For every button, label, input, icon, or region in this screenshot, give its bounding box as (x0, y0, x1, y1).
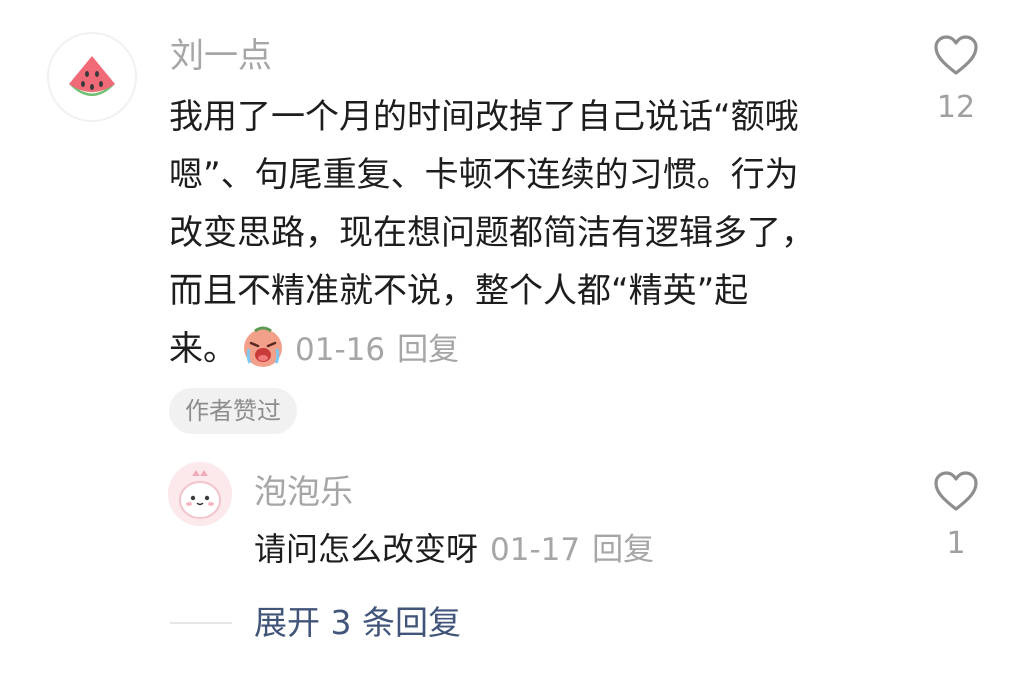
like-button[interactable]: 12 (926, 34, 986, 126)
comment-line: 来。 (169, 329, 237, 369)
divider (170, 622, 232, 624)
reply-meta: 01-17 回复 (490, 532, 654, 568)
like-button[interactable]: 1 (926, 470, 986, 562)
like-count: 1 (946, 526, 966, 561)
avatar[interactable] (168, 462, 232, 526)
reply-username[interactable]: 泡泡乐 (254, 470, 353, 514)
heart-icon (934, 471, 978, 511)
comment-line: 嗯”、句尾重复、卡顿不连续的习惯。行为 (169, 155, 799, 195)
watermelon-icon (69, 56, 115, 96)
comment-line: 我用了一个月的时间改掉了自己说话“额哦 (169, 97, 799, 137)
reply-date: 01-17 (490, 532, 581, 568)
like-count: 12 (936, 90, 976, 125)
avatar[interactable] (47, 32, 137, 122)
comment-thread: 刘一点 我用了一个月的时间改掉了自己说话“额哦 嗯”、句尾重复、卡顿不连续的习惯… (0, 0, 1024, 676)
reply-body: 请问怎么改变呀 01-17 回复 (254, 524, 654, 575)
comment-last-line: 来。 01-16 回复 (169, 320, 879, 379)
comment-date: 01-16 (295, 332, 386, 368)
author-liked-badge: 作者赞过 (169, 388, 297, 434)
comment-body: 我用了一个月的时间改掉了自己说话“额哦 嗯”、句尾重复、卡顿不连续的习惯。行为 … (169, 88, 879, 379)
comment-line: 改变思路，现在想问题都简洁有逻辑多了， (169, 213, 815, 253)
reply-button[interactable]: 回复 (397, 332, 459, 368)
heart-icon (934, 35, 978, 75)
expand-replies-button[interactable]: 展开 3 条回复 (254, 600, 461, 646)
pink-dinosaur-icon (168, 462, 232, 526)
comment-line: 而且不精准就不说，整个人都“精英”起 (169, 271, 749, 311)
comment-meta: 01-16 回复 (295, 332, 459, 368)
reply-button[interactable]: 回复 (592, 532, 654, 568)
crying-face-emoji (244, 326, 282, 367)
reply-text: 请问怎么改变呀 (254, 530, 479, 568)
comment-username[interactable]: 刘一点 (170, 34, 272, 78)
